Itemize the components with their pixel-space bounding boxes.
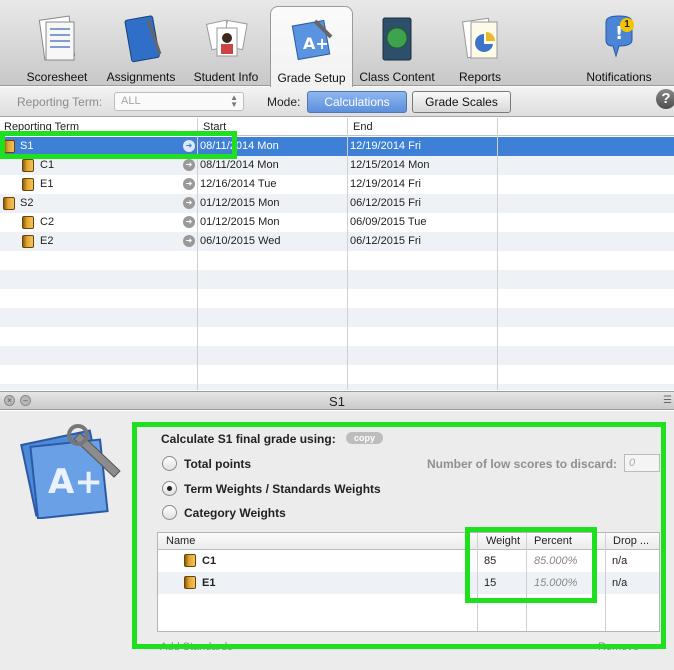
term-start: 01/12/2015 Mon: [200, 197, 280, 209]
go-arrow-icon[interactable]: ➜: [183, 216, 195, 228]
term-start: 08/11/2014 Mon: [200, 159, 279, 171]
help-button[interactable]: ?: [656, 89, 674, 109]
inspector-title: S1: [329, 394, 345, 409]
grade-setup-icon: A+: [291, 19, 332, 61]
term-end: 06/12/2015 Fri: [350, 197, 421, 209]
calculations-mode-button[interactable]: Calculations: [307, 91, 407, 113]
notifications-icon: !: [605, 15, 633, 58]
column-divider: [347, 118, 348, 390]
folder-icon: [22, 216, 34, 229]
term-end: 12/15/2014 Mon: [350, 159, 430, 171]
tab-class-content[interactable]: Class Content: [358, 6, 436, 86]
go-arrow-icon[interactable]: ➜: [183, 178, 195, 190]
folder-icon: [22, 159, 34, 172]
notification-count-badge: 1: [620, 18, 634, 32]
toolbar: Scoresheet Assignments Student Info A+ G…: [0, 0, 674, 87]
reports-icon: [462, 17, 498, 59]
inspector-header: × – S1 ☰: [0, 391, 674, 410]
resize-grip-icon[interactable]: ☰: [663, 395, 672, 406]
grade-setup-large-icon: A+: [20, 424, 121, 519]
stepper-arrows-icon: ▲ ▼: [230, 93, 238, 109]
tab-label: Assignments: [106, 70, 176, 84]
student-photos-icon: [205, 19, 248, 57]
svg-text:A+: A+: [303, 34, 329, 53]
tab-student-info[interactable]: Student Info: [188, 6, 264, 86]
grade-scales-mode-button[interactable]: Grade Scales: [412, 91, 511, 113]
term-end: 06/12/2015 Fri: [350, 235, 421, 247]
tab-label: Reports: [458, 70, 502, 84]
highlight-frame-weights: [465, 527, 597, 603]
term-row[interactable]: E1 ➜ 12/16/2014 Tue 12/19/2014 Fri: [0, 175, 674, 194]
reporting-term-value: ALL: [121, 95, 141, 107]
book-globe-icon: [382, 17, 412, 61]
term-start: 06/10/2015 Wed: [200, 235, 281, 247]
reporting-term-select[interactable]: ALL ▲ ▼: [114, 92, 244, 111]
go-arrow-icon[interactable]: ➜: [183, 159, 195, 171]
reporting-term-label: Reporting Term:: [17, 95, 103, 109]
tab-assignments[interactable]: Assignments: [102, 6, 180, 86]
term-name: C1: [40, 159, 55, 171]
tab-scoresheet[interactable]: Scoresheet: [20, 6, 94, 86]
term-start: 01/12/2015 Mon: [200, 216, 280, 228]
folder-icon: [22, 178, 34, 191]
term-row[interactable]: C2 ➜ 01/12/2015 Mon 06/09/2015 Tue: [0, 213, 674, 232]
column-divider: [497, 118, 498, 390]
end-column-header[interactable]: End: [353, 121, 373, 133]
term-start: 12/16/2014 Tue: [200, 178, 277, 190]
tab-label: Class Content: [359, 70, 435, 84]
mode-bar: Reporting Term: ALL ▲ ▼ Mode: Calculation…: [0, 87, 674, 117]
scoresheet-icon: [38, 15, 76, 61]
term-row[interactable]: E2 ➜ 06/10/2015 Wed 06/12/2015 Fri: [0, 232, 674, 251]
go-arrow-icon[interactable]: ➜: [183, 197, 195, 209]
tab-reports[interactable]: Reports: [445, 6, 515, 86]
tab-label: Student Info: [193, 70, 259, 84]
tab-label: Notifications: [586, 70, 652, 84]
empty-row: [0, 308, 674, 327]
go-arrow-icon[interactable]: ➜: [183, 235, 195, 247]
folder-icon: [22, 235, 34, 248]
empty-row: [0, 346, 674, 365]
mode-label: Mode:: [267, 95, 301, 109]
term-end: 12/19/2014 Fri: [350, 140, 421, 152]
term-end: 12/19/2014 Fri: [350, 178, 421, 190]
tab-label: Scoresheet: [26, 70, 88, 84]
empty-row: [0, 384, 674, 390]
empty-row: [0, 270, 674, 289]
svg-text:A+: A+: [48, 462, 103, 502]
term-name: S2: [20, 197, 34, 209]
tab-grade-setup[interactable]: A+ Grade Setup: [270, 6, 353, 87]
term-name: E2: [40, 235, 54, 247]
term-name: E1: [40, 178, 54, 190]
tab-label: Grade Setup: [277, 71, 346, 85]
term-name: C2: [40, 216, 55, 228]
notebook-icon: [124, 15, 162, 63]
tab-notifications[interactable]: ! Notifications: [583, 6, 655, 86]
highlight-frame-s1-row: [0, 131, 237, 159]
term-row[interactable]: S2 ➜ 01/12/2015 Mon 06/12/2015 Fri: [0, 194, 674, 213]
term-end: 06/09/2015 Tue: [350, 216, 427, 228]
folder-icon: [3, 197, 15, 210]
